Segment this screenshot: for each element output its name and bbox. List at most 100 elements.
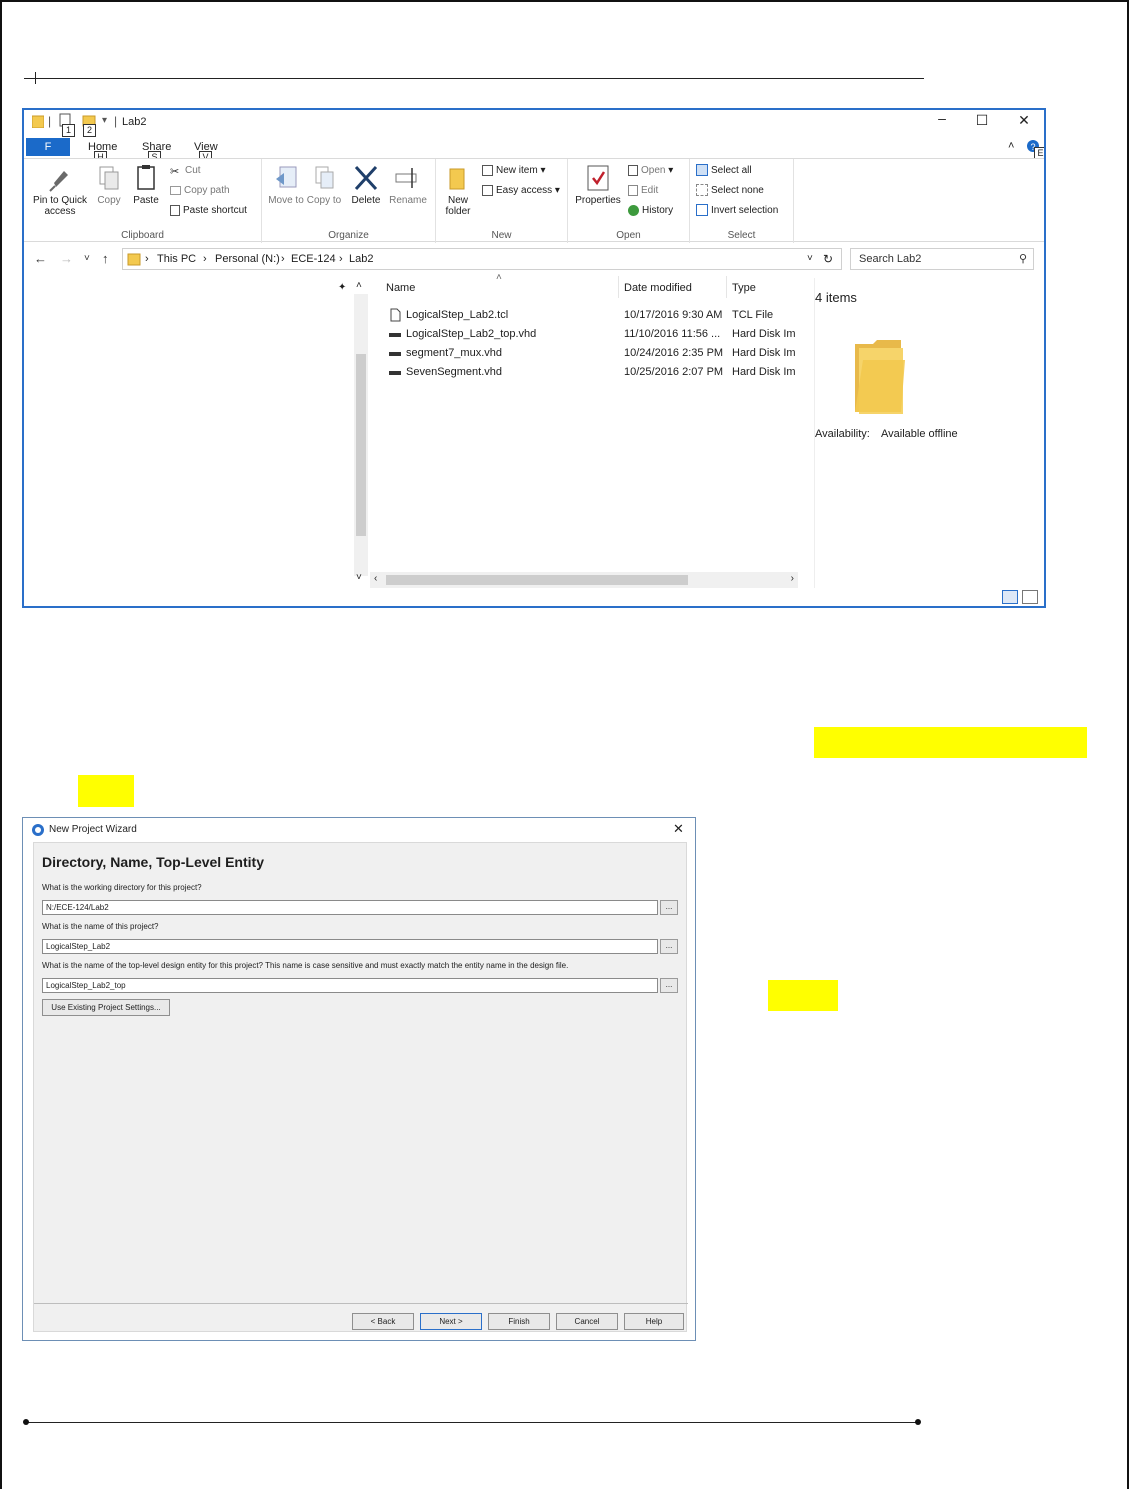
file-name: SevenSegment.vhd bbox=[406, 366, 503, 378]
ribbon: Pin to Quick access Copy Paste ✂ Cut Copy… bbox=[24, 158, 1044, 243]
paste-shortcut-button[interactable]: Paste shortcut bbox=[170, 203, 247, 219]
bottom-divider-right-dot bbox=[915, 1419, 921, 1425]
working-directory-input[interactable]: N:/ECE-124/Lab2 bbox=[42, 900, 658, 915]
quartus-logo-icon bbox=[32, 824, 44, 836]
browse-entity-button[interactable]: ... bbox=[660, 978, 678, 993]
minimize-button[interactable]: – bbox=[922, 110, 962, 126]
column-header-date[interactable]: Date modified bbox=[624, 282, 692, 294]
delete-label: Delete bbox=[351, 195, 381, 206]
copy-to-button[interactable]: Copy to bbox=[306, 163, 342, 206]
crumb-ece124[interactable]: ECE-124 bbox=[291, 253, 336, 265]
paste-button[interactable]: Paste bbox=[128, 163, 164, 206]
nav-vertical-scrollbar[interactable] bbox=[354, 294, 368, 576]
tab-file[interactable]: F bbox=[26, 138, 70, 156]
new-project-wizard-window: New Project Wizard ✕ Directory, Name, To… bbox=[22, 817, 696, 1341]
group-open: Properties Open ▾ Edit History Open bbox=[568, 159, 690, 243]
file-horizontal-scrollbar[interactable]: ‹ › bbox=[370, 572, 798, 588]
column-header-name[interactable]: Name bbox=[386, 282, 415, 294]
navigation-pane[interactable]: ✦ bbox=[24, 278, 354, 588]
qa-dropdown-icon[interactable]: ▾ bbox=[102, 115, 107, 126]
move-to-button[interactable]: Move to bbox=[268, 163, 304, 206]
forward-arrow-icon[interactable]: → bbox=[60, 251, 73, 266]
delete-button[interactable]: Delete bbox=[348, 163, 384, 206]
address-input[interactable]: › This PC › Personal (N:) › ECE-124 › La… bbox=[122, 248, 842, 270]
crumb-personal[interactable]: Personal (N:) bbox=[215, 253, 280, 265]
up-arrow-icon[interactable]: ↑ bbox=[102, 251, 109, 266]
file-date: 10/25/2016 2:07 PM bbox=[624, 366, 724, 378]
file-row[interactable]: LogicalStep_Lab2_top.vhd 11/10/2016 11:5… bbox=[370, 325, 798, 344]
ribbon-collapse-icon[interactable]: ˄ bbox=[1008, 140, 1014, 152]
properties-button[interactable]: Properties bbox=[570, 163, 626, 206]
wizard-close-button[interactable]: ✕ bbox=[673, 821, 684, 837]
invert-selection-button[interactable]: Invert selection bbox=[696, 203, 778, 219]
file-date: 10/17/2016 9:30 AM bbox=[624, 309, 723, 321]
delete-x-icon bbox=[354, 165, 378, 191]
pin-nav-icon[interactable]: ✦ bbox=[338, 282, 346, 293]
edit-button[interactable]: Edit bbox=[628, 183, 658, 199]
close-button[interactable]: ✕ bbox=[1004, 112, 1044, 129]
crumb-sep: › bbox=[145, 253, 149, 265]
rename-icon bbox=[395, 168, 417, 188]
scroll-up-icon[interactable]: ˄ bbox=[356, 280, 362, 291]
easy-access-button[interactable]: Easy access ▾ bbox=[482, 183, 560, 199]
history-button[interactable]: History bbox=[628, 203, 673, 219]
paste-shortcut-label: Paste shortcut bbox=[183, 205, 247, 216]
file-row[interactable]: SevenSegment.vhd 10/25/2016 2:07 PM Hard… bbox=[370, 363, 798, 382]
top-level-entity-input[interactable]: LogicalStep_Lab2_top bbox=[42, 978, 658, 993]
open-group-label: Open bbox=[616, 230, 641, 241]
select-none-button[interactable]: Select none bbox=[696, 183, 764, 199]
rename-button[interactable]: Rename bbox=[388, 163, 428, 206]
cancel-button[interactable]: Cancel bbox=[556, 1313, 618, 1330]
large-icons-view-icon[interactable] bbox=[1022, 590, 1038, 604]
top-divider-tick bbox=[35, 72, 36, 84]
help-button[interactable]: Help bbox=[624, 1313, 684, 1330]
folder-icon bbox=[855, 340, 905, 414]
maximize-button[interactable]: ☐ bbox=[962, 112, 1002, 129]
column-separator[interactable] bbox=[618, 276, 619, 298]
recent-dropdown-icon[interactable]: ˅ bbox=[84, 253, 90, 264]
file-row[interactable]: LogicalStep_Lab2.tcl 10/17/2016 9:30 AM … bbox=[370, 306, 798, 325]
cut-button[interactable]: ✂ Cut bbox=[170, 163, 201, 179]
column-header-type[interactable]: Type bbox=[732, 282, 756, 294]
open-button[interactable]: Open ▾ bbox=[628, 163, 673, 179]
top-level-entity-label: What is the name of the top-level design… bbox=[42, 961, 569, 970]
new-item-button[interactable]: New item ▾ bbox=[482, 163, 546, 179]
copy-button[interactable]: Copy bbox=[92, 163, 126, 206]
browse-directory-button[interactable]: ... bbox=[660, 900, 678, 915]
back-arrow-icon[interactable]: ← bbox=[34, 251, 47, 266]
crumb-this-pc[interactable]: This PC bbox=[157, 253, 196, 265]
select-all-button[interactable]: Select all bbox=[696, 163, 752, 179]
scroll-right-icon[interactable]: › bbox=[791, 573, 794, 584]
select-all-label: Select all bbox=[711, 165, 752, 176]
qa-separator: | bbox=[48, 114, 52, 128]
refresh-icon[interactable]: ↻ bbox=[823, 252, 833, 266]
organize-group-label: Organize bbox=[328, 230, 369, 241]
scroll-down-icon[interactable]: ˅ bbox=[356, 572, 362, 583]
wizard-separator bbox=[34, 1303, 688, 1304]
address-dropdown-icon[interactable]: ˅ bbox=[807, 253, 813, 264]
qa-separator-2: | bbox=[114, 114, 118, 128]
invert-selection-label: Invert selection bbox=[711, 205, 779, 216]
file-type: Hard Disk Im bbox=[732, 328, 796, 340]
file-row[interactable]: segment7_mux.vhd 10/24/2016 2:35 PM Hard… bbox=[370, 344, 798, 363]
nav-scrollbar-thumb[interactable] bbox=[356, 354, 366, 536]
search-input[interactable]: Search Lab2 ⚲ bbox=[850, 248, 1034, 270]
properties-label: Properties bbox=[575, 195, 621, 206]
folder-icon bbox=[127, 253, 141, 266]
scroll-left-icon[interactable]: ‹ bbox=[374, 573, 377, 584]
project-name-input[interactable]: LogicalStep_Lab2 bbox=[42, 939, 658, 954]
column-separator[interactable] bbox=[726, 276, 727, 298]
back-button[interactable]: < Back bbox=[352, 1313, 414, 1330]
new-folder-button[interactable]: New folder bbox=[440, 163, 476, 217]
details-view-icon[interactable] bbox=[1002, 590, 1018, 604]
new-item-label: New item bbox=[496, 165, 538, 176]
next-button[interactable]: Next > bbox=[420, 1313, 482, 1330]
finish-button[interactable]: Finish bbox=[488, 1313, 550, 1330]
browse-name-button[interactable]: ... bbox=[660, 939, 678, 954]
horizontal-scrollbar-thumb[interactable] bbox=[386, 575, 688, 585]
crumb-lab2[interactable]: Lab2 bbox=[349, 253, 373, 265]
copy-path-button[interactable]: Copy path bbox=[170, 183, 230, 199]
use-existing-settings-button[interactable]: Use Existing Project Settings... bbox=[42, 999, 170, 1016]
crumb-sep: › bbox=[339, 253, 343, 265]
pin-to-quick-access-button[interactable]: Pin to Quick access bbox=[28, 163, 92, 217]
